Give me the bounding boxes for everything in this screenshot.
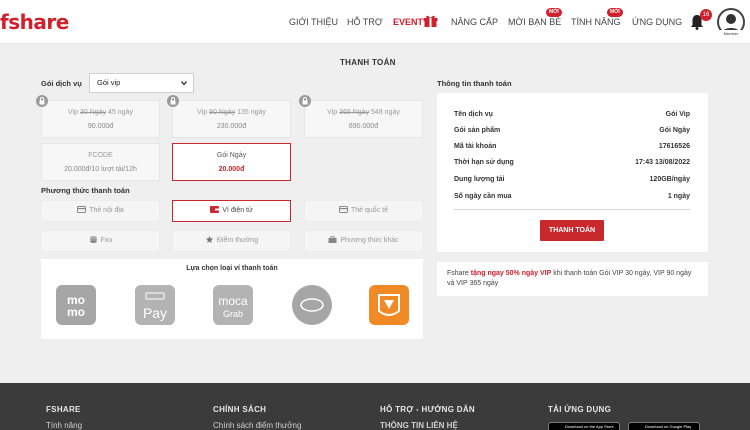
- plan-card-vip-90[interactable]: Vip 90 Ngày 135 ngày 230.000đ: [167, 95, 291, 138]
- top-header: fshare GIỚI THIỆU HỖ TRỢ EVENT NÂNG CẤP …: [0, 0, 750, 44]
- payment-info-title: Thông tin thanh toán: [437, 79, 512, 88]
- service-select[interactable]: Gói vip: [89, 73, 194, 93]
- divider: [454, 209, 690, 210]
- app-store-button[interactable]: Download on the App Store: [548, 422, 620, 430]
- method-fxu[interactable]: Fxu: [41, 230, 160, 252]
- wallet-icon: [210, 206, 220, 213]
- wallet-title: Lựa chọn loại ví thanh toán: [186, 265, 278, 272]
- nav-tinh-nang[interactable]: TÍNH NĂNG: [571, 0, 621, 44]
- new-badge: MỚI: [546, 8, 562, 17]
- wallet-selector: Lựa chọn loại ví thanh toán mo mo Pay moc…: [41, 259, 423, 339]
- member-label: Member: [718, 30, 744, 37]
- footer-heading: CHÍNH SÁCH: [213, 405, 267, 414]
- fshare-wallet-logo-icon[interactable]: [369, 285, 409, 325]
- plan-card-goi-ngay[interactable]: Gói Ngày 20.000đ: [172, 143, 291, 181]
- new-badge: MỚI: [607, 8, 623, 17]
- footer-heading: HỖ TRỢ - HƯỚNG DẪN: [380, 405, 476, 414]
- card-icon: [339, 206, 349, 213]
- service-label: Gói dịch vụ: [41, 79, 82, 88]
- page-title: THANH TOÁN: [340, 58, 396, 67]
- info-row: Dung lượng tải 120GB/ngày: [454, 176, 690, 183]
- plan-price: 690.000đ: [348, 123, 379, 130]
- payment-info-box: Tên dịch vụ Gói Vip Gói sản phẩm Gói Ngày …: [437, 93, 708, 252]
- plan-card-fcode[interactable]: FCODE 20.000đ/10 lượt tải/12h: [41, 143, 160, 181]
- footer-link[interactable]: THÔNG TIN LIÊN HỆ: [380, 421, 458, 430]
- method-vi-dien-tu[interactable]: Ví điện tử: [172, 200, 291, 222]
- star-icon: [205, 236, 214, 243]
- nav-event[interactable]: EVENT: [393, 0, 423, 44]
- lock-icon: [167, 95, 179, 107]
- viettel-money-logo-icon[interactable]: [292, 285, 332, 325]
- plan-price: 90.000đ: [87, 123, 114, 130]
- plan-price: 20.000đ: [218, 166, 245, 173]
- promo-notice: Fshare tặng ngay 50% ngày VIP khi thanh …: [437, 262, 708, 296]
- gift-icon[interactable]: [423, 14, 438, 27]
- google-play-button[interactable]: Download on Google Play: [628, 422, 700, 430]
- lock-icon: [299, 95, 311, 107]
- svg-text:Pay: Pay: [143, 305, 167, 321]
- svg-text:moca: moca: [218, 294, 248, 308]
- chevron-down-icon: [181, 81, 187, 86]
- info-row: Gói sản phẩm Gói Ngày: [454, 127, 690, 134]
- plan-card-vip-30[interactable]: Vip 30 Ngày 45 ngày 90.000đ: [36, 95, 160, 138]
- plan-price: 230.000đ: [216, 123, 247, 130]
- nav-ho-tro[interactable]: HỖ TRỢ: [347, 0, 383, 44]
- info-row: Số ngày cần mua 1 ngày: [454, 193, 690, 200]
- method-the-noi-dia[interactable]: Thẻ nội địa: [41, 200, 160, 222]
- lock-icon: [36, 95, 48, 107]
- footer: FSHARE Tính năng CHÍNH SÁCH Chính sách đ…: [0, 383, 750, 430]
- fshare-logo[interactable]: fshare: [0, 10, 69, 34]
- footer-link[interactable]: Tính năng: [46, 421, 82, 430]
- nav-gioi-thieu[interactable]: GIỚI THIỆU: [289, 0, 338, 44]
- nav-nang-cap[interactable]: NÂNG CẤP: [451, 0, 498, 44]
- moca-logo-icon[interactable]: moca Grab: [213, 285, 253, 325]
- method-diem-thuong[interactable]: Điểm thưởng: [172, 230, 291, 252]
- nav-ung-dung[interactable]: ỨNG DỤNG: [632, 0, 682, 44]
- method-the-quoc-te[interactable]: Thẻ quốc tế: [304, 200, 423, 222]
- svg-text:Grab: Grab: [223, 309, 243, 319]
- card-icon: [77, 206, 87, 213]
- service-select-value: Gói vip: [97, 78, 121, 87]
- payment-method-label: Phương thức thanh toán: [41, 186, 130, 195]
- info-row: Tên dịch vụ Gói Vip: [454, 111, 690, 118]
- info-row: Thời hạn sử dụng 17:43 13/08/2022: [454, 159, 690, 166]
- notification-count: 16: [700, 9, 712, 21]
- plan-price: 20.000đ/10 lượt tải/12h: [64, 166, 137, 173]
- coins-icon: [89, 236, 97, 243]
- footer-link[interactable]: Chính sách điểm thưởng: [213, 421, 301, 430]
- bag-icon: [328, 236, 337, 243]
- shopeepay-logo-icon[interactable]: Pay: [135, 285, 175, 325]
- footer-heading: FSHARE: [46, 405, 81, 414]
- info-row: Mã tài khoản 17616526: [454, 143, 690, 150]
- pay-button[interactable]: THANH TOÁN: [540, 220, 604, 241]
- svg-text:mo: mo: [67, 305, 85, 319]
- plan-card-vip-365[interactable]: Vip 365 Ngày 548 ngày 690.000đ: [299, 95, 423, 138]
- footer-heading: TẢI ỨNG DỤNG: [548, 405, 612, 414]
- momo-logo-icon[interactable]: mo mo: [56, 285, 96, 325]
- nav-moi-ban-be[interactable]: MỜI BẠN BÈ: [508, 0, 561, 44]
- method-phuong-thuc-khac[interactable]: Phương thức khác: [304, 230, 423, 252]
